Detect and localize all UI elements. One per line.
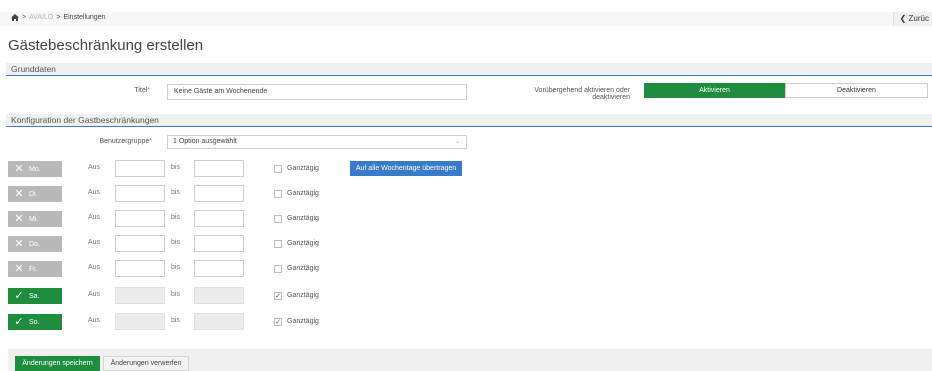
user-group-label-text: Benutzergruppe bbox=[99, 138, 150, 145]
breadcrumb-item-availo[interactable]: AVAILO bbox=[29, 14, 53, 21]
required-marker: * bbox=[149, 138, 152, 145]
all-day-checkbox[interactable] bbox=[274, 215, 282, 223]
title-field-label: Titel* bbox=[100, 87, 150, 94]
to-time-input[interactable] bbox=[194, 160, 244, 177]
x-icon: ✕ bbox=[14, 238, 24, 250]
section-header-grunddaten: Grunddaten bbox=[6, 63, 932, 75]
from-label: Aus bbox=[88, 264, 101, 271]
check-icon: ✓ bbox=[14, 316, 24, 328]
section-divider bbox=[6, 75, 932, 76]
all-day-checkbox[interactable] bbox=[274, 265, 282, 273]
breadcrumb: > AVAILO > Einstellungen bbox=[11, 14, 105, 21]
weekday-label: Do. bbox=[29, 240, 40, 248]
breadcrumb-separator: > bbox=[56, 14, 61, 21]
weekday-label: Sa. bbox=[29, 292, 40, 300]
all-day-label: Ganztägig bbox=[287, 240, 319, 247]
to-label: bis bbox=[171, 164, 180, 171]
to-time-input[interactable] bbox=[194, 210, 244, 227]
activate-button[interactable]: Aktivieren bbox=[644, 83, 785, 98]
weekday-toggle-3[interactable]: ✕ Do. bbox=[8, 236, 62, 252]
from-label: Aus bbox=[88, 291, 101, 298]
x-icon: ✕ bbox=[14, 263, 24, 275]
from-time-input[interactable] bbox=[115, 185, 165, 202]
to-label: bis bbox=[171, 214, 180, 221]
to-time-input bbox=[194, 313, 244, 330]
title-label-text: Titel bbox=[134, 87, 148, 94]
section-divider bbox=[6, 126, 932, 127]
all-day-label: Ganztägig bbox=[287, 292, 319, 299]
user-group-select-value: 1 Option ausgewählt bbox=[173, 138, 237, 145]
from-time-input[interactable] bbox=[115, 260, 165, 277]
to-label: bis bbox=[171, 317, 180, 324]
from-time-input[interactable] bbox=[115, 210, 165, 227]
x-icon: ✕ bbox=[14, 163, 24, 175]
toggle-label: Vorübergehend aktivieren oder deaktivier… bbox=[480, 87, 630, 101]
user-group-select[interactable]: 1 Option ausgewählt ⌄ bbox=[167, 135, 467, 149]
title-input[interactable]: Keine Gäste am Wochenende bbox=[167, 84, 467, 100]
back-button-label: Zurüc bbox=[908, 14, 929, 23]
from-time-input bbox=[115, 313, 165, 330]
from-label: Aus bbox=[88, 317, 101, 324]
discard-changes-button[interactable]: Änderungen verwerfen bbox=[103, 356, 189, 371]
apply-all-weekdays-button[interactable]: Auf alle Wochentage übertragen bbox=[350, 161, 462, 176]
from-label: Aus bbox=[88, 189, 101, 196]
to-time-input bbox=[194, 287, 244, 304]
all-day-label: Ganztägig bbox=[287, 318, 319, 325]
all-day-checkbox[interactable]: ✓ bbox=[274, 318, 282, 326]
weekday-toggle-0[interactable]: ✕ Mo. bbox=[8, 161, 62, 177]
to-label: bis bbox=[171, 239, 180, 246]
to-label: bis bbox=[171, 189, 180, 196]
check-icon: ✓ bbox=[14, 290, 24, 302]
all-day-label: Ganztägig bbox=[287, 265, 319, 272]
deactivate-button[interactable]: Deaktivieren bbox=[785, 83, 928, 98]
breadcrumb-separator: > bbox=[22, 14, 27, 21]
from-label: Aus bbox=[88, 239, 101, 246]
all-day-checkbox[interactable] bbox=[274, 165, 282, 173]
all-day-label: Ganztägig bbox=[287, 165, 319, 172]
from-time-input[interactable] bbox=[115, 160, 165, 177]
x-icon: ✕ bbox=[14, 188, 24, 200]
chevron-left-icon: ❮ bbox=[899, 14, 907, 23]
weekday-toggle-2[interactable]: ✕ Mi. bbox=[8, 211, 62, 227]
from-time-input bbox=[115, 287, 165, 304]
page-title: Gästebeschränkung erstellen bbox=[8, 37, 204, 54]
back-button[interactable]: ❮ Zurüc bbox=[892, 12, 932, 26]
chevron-down-icon: ⌄ bbox=[454, 139, 460, 145]
to-label: bis bbox=[171, 291, 180, 298]
to-time-input[interactable] bbox=[194, 235, 244, 252]
all-day-label: Ganztägig bbox=[287, 190, 319, 197]
weekday-label: Fr. bbox=[29, 265, 38, 273]
top-bar bbox=[0, 12, 932, 26]
from-label: Aus bbox=[88, 164, 101, 171]
from-label: Aus bbox=[88, 214, 101, 221]
weekday-label: Mi. bbox=[29, 215, 39, 223]
all-day-checkbox[interactable]: ✓ bbox=[274, 292, 282, 300]
x-icon: ✕ bbox=[14, 213, 24, 225]
required-marker: * bbox=[147, 87, 150, 94]
weekday-toggle-4[interactable]: ✕ Fr. bbox=[8, 261, 62, 277]
user-group-label: Benutzergruppe* bbox=[70, 138, 152, 145]
all-day-checkbox[interactable] bbox=[274, 190, 282, 198]
home-icon[interactable] bbox=[11, 14, 19, 21]
weekday-toggle-5[interactable]: ✓ Sa. bbox=[8, 288, 62, 304]
save-changes-button[interactable]: Änderungen speichern bbox=[15, 356, 100, 371]
to-time-input[interactable] bbox=[194, 185, 244, 202]
weekday-toggle-1[interactable]: ✕ Di. bbox=[8, 186, 62, 202]
section-header-konfiguration: Konfiguration der Gastbeschränkungen bbox=[6, 114, 932, 126]
weekday-toggle-6[interactable]: ✓ So. bbox=[8, 314, 62, 330]
all-day-label: Ganztägig bbox=[287, 215, 319, 222]
all-day-checkbox[interactable] bbox=[274, 240, 282, 248]
weekday-label: So. bbox=[29, 318, 40, 326]
weekday-label: Mo. bbox=[29, 165, 41, 173]
from-time-input[interactable] bbox=[115, 235, 165, 252]
toggle-label-line-2: deaktivieren bbox=[592, 94, 630, 101]
toggle-label-line-1: Vorübergehend aktivieren oder bbox=[534, 87, 630, 94]
to-time-input[interactable] bbox=[194, 260, 244, 277]
breadcrumb-item-einstellungen[interactable]: Einstellungen bbox=[63, 14, 105, 21]
to-label: bis bbox=[171, 264, 180, 271]
weekday-label: Di. bbox=[29, 190, 38, 198]
